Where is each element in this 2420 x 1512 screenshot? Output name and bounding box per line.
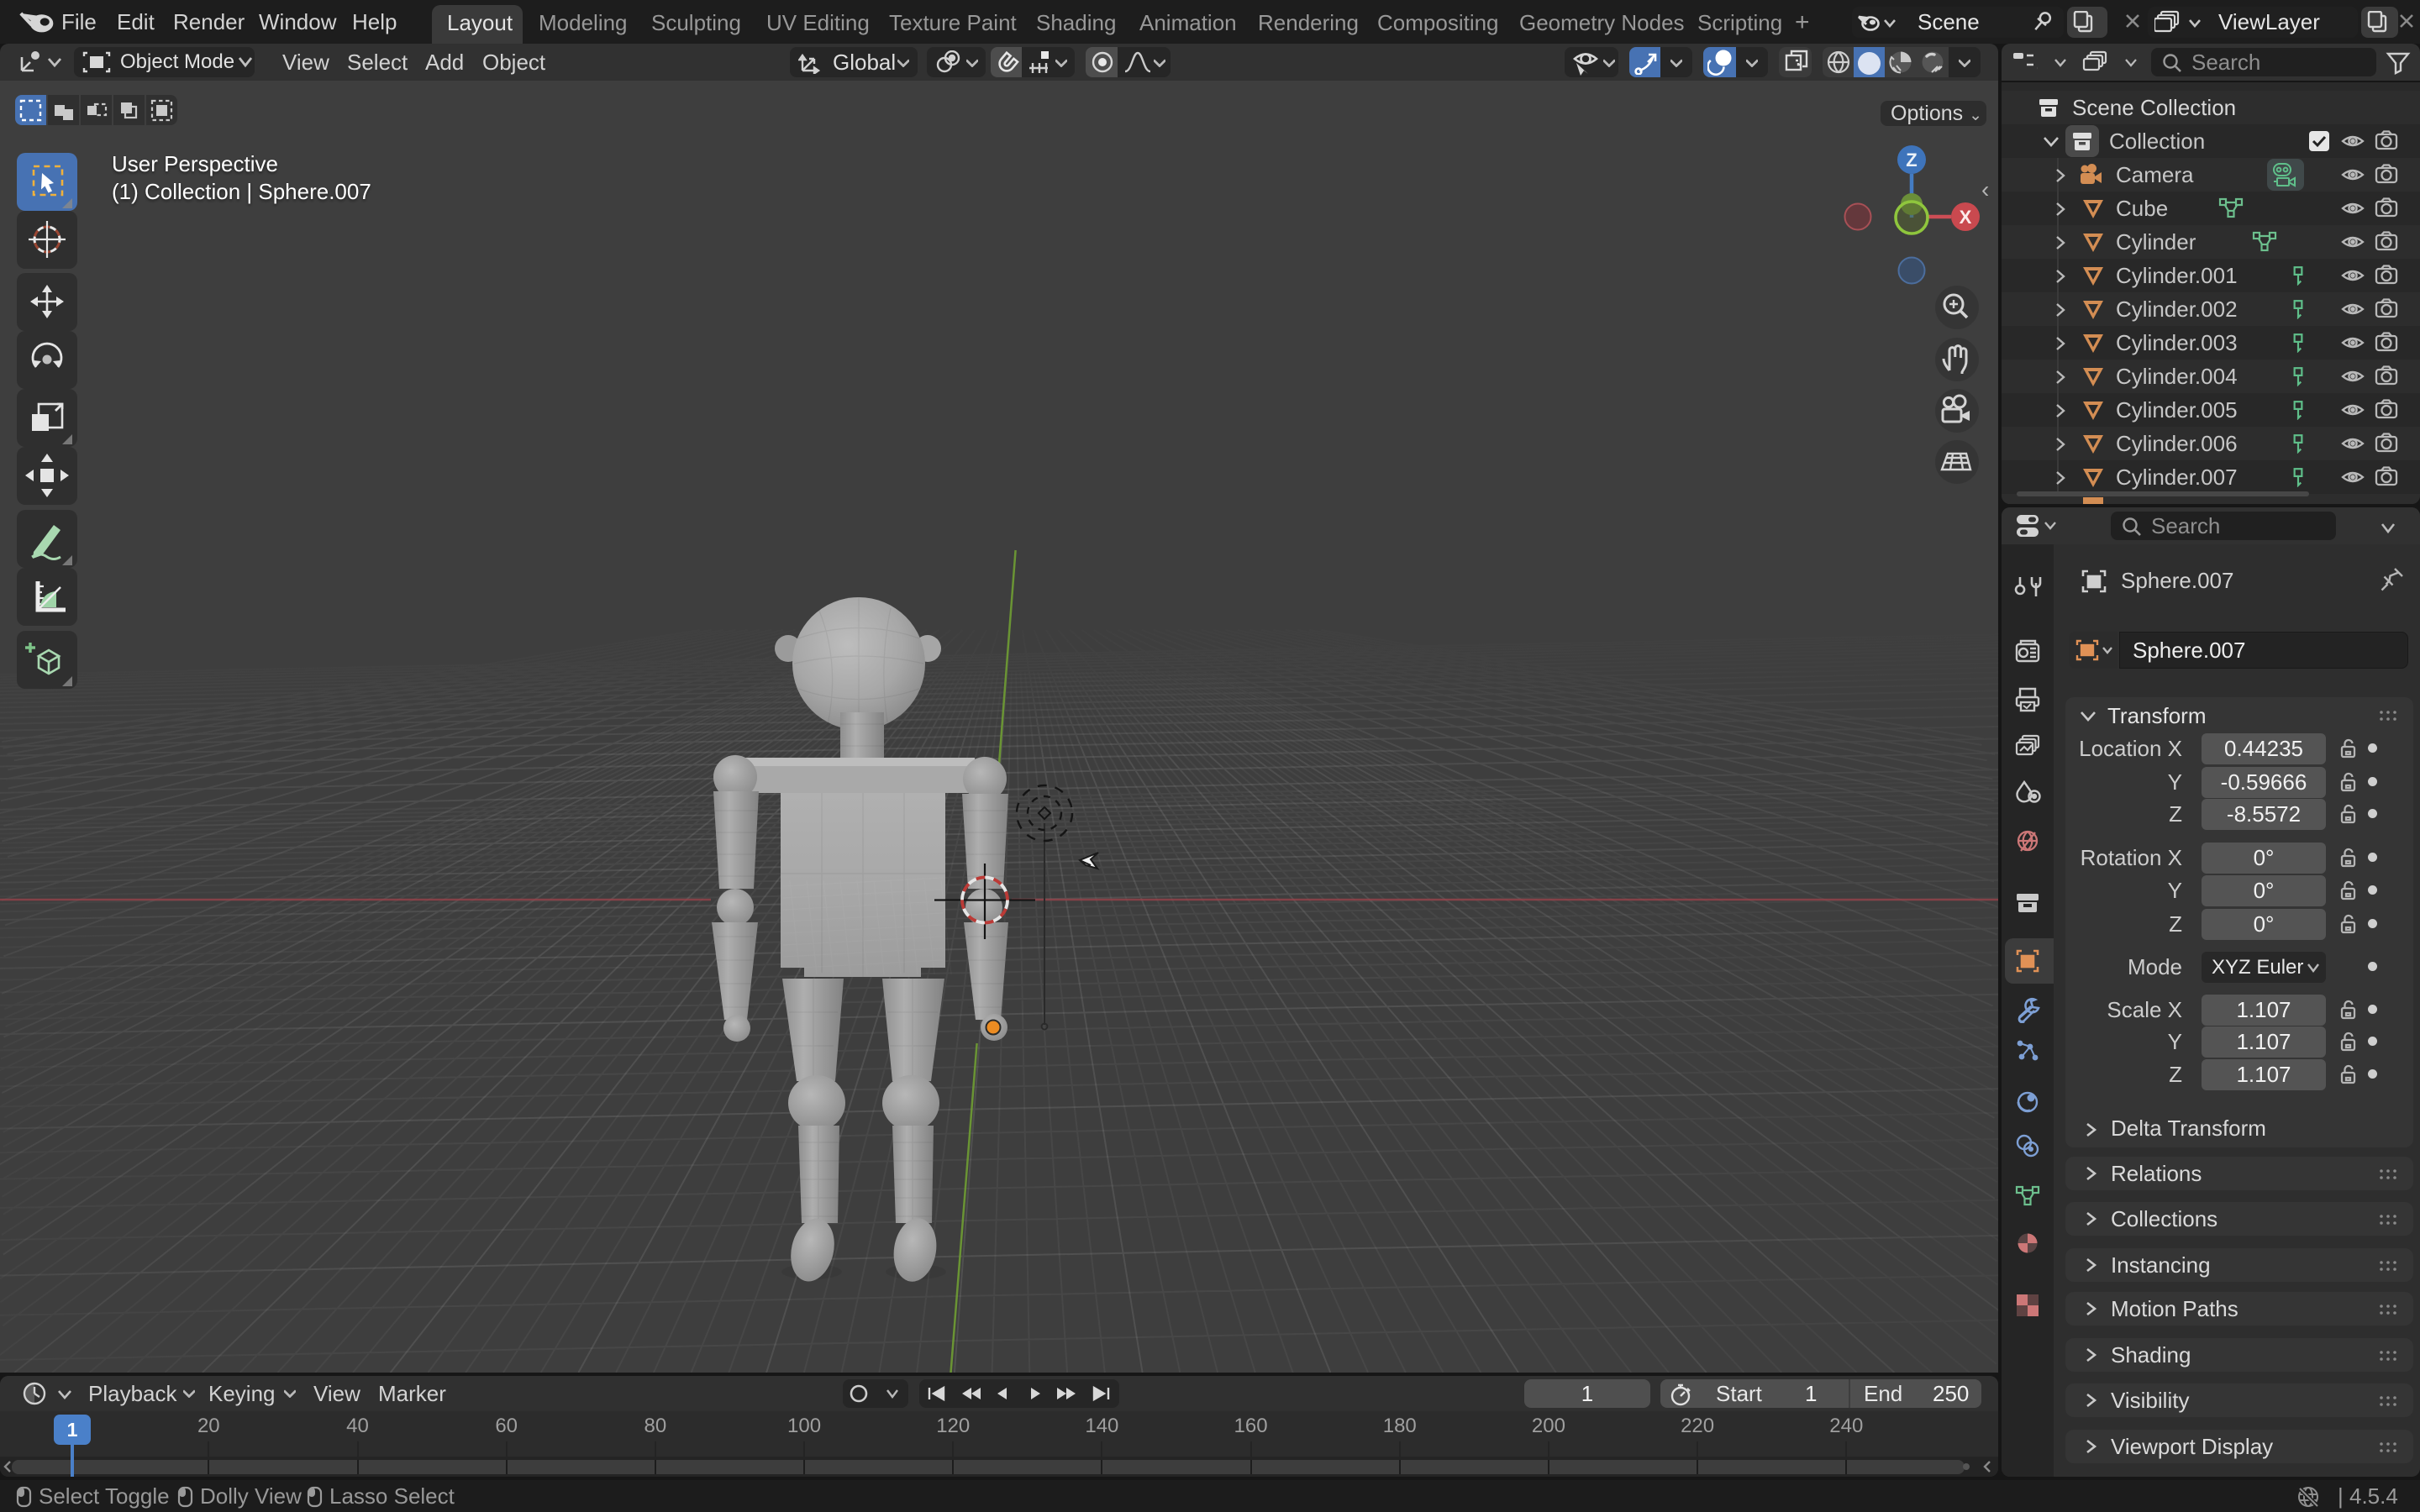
svg-text:X: X xyxy=(1960,207,1972,228)
svg-text:Z: Z xyxy=(1906,150,1917,171)
